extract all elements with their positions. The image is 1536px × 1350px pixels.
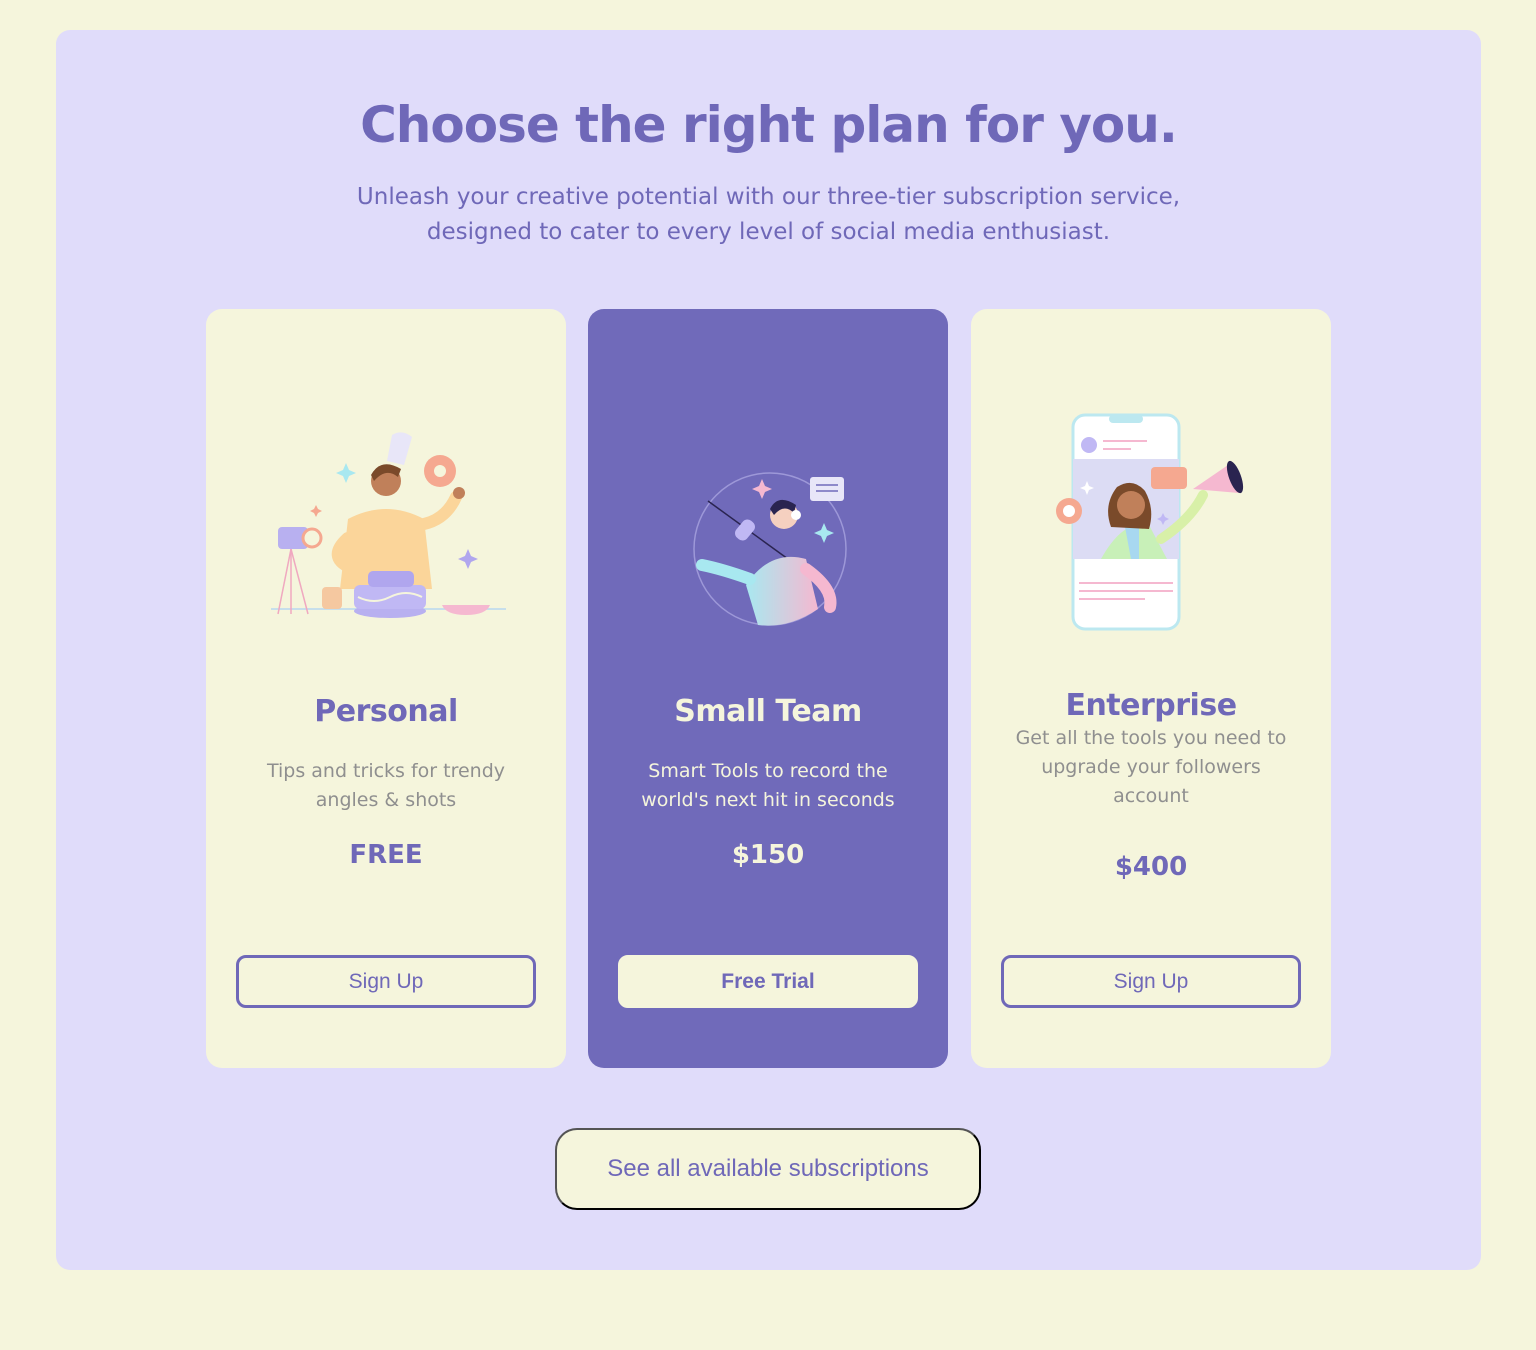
plan-name: Personal — [314, 694, 458, 729]
chef-baking-illustration — [256, 399, 516, 639]
plan-card-enterprise: Enterprise Get all the tools you need to… — [971, 309, 1331, 1068]
plan-name: Enterprise — [1065, 688, 1237, 723]
plan-description: Tips and tricks for trendy angles & shot… — [266, 760, 506, 811]
see-all-subscriptions-button[interactable]: See all available subscriptions — [555, 1128, 981, 1210]
page-title: Choose the right plan for you. — [360, 96, 1178, 154]
sign-up-button[interactable]: Sign Up — [236, 955, 536, 1008]
pricing-panel: Choose the right plan for you. Unleash y… — [56, 30, 1481, 1270]
plan-card-personal: Personal Tips and tricks for trendy angl… — [206, 309, 566, 1068]
plan-description: Get all the tools you need to upgrade yo… — [1015, 727, 1287, 807]
sign-up-button[interactable]: Sign Up — [1001, 955, 1301, 1008]
podcaster-illustration — [638, 399, 898, 639]
plan-name: Small Team — [674, 694, 862, 729]
plan-price: FREE — [349, 840, 423, 870]
phone-influencer-illustration — [1021, 399, 1281, 639]
free-trial-button[interactable]: Free Trial — [618, 955, 918, 1008]
page-subtitle: Unleash your creative potential with our… — [356, 184, 1181, 245]
plan-price: $400 — [1114, 852, 1188, 882]
plan-price: $150 — [731, 840, 805, 870]
plan-description: Smart Tools to record the world's next h… — [641, 760, 895, 811]
plan-card-small-team: Small Team Smart Tools to record the wor… — [588, 309, 948, 1068]
